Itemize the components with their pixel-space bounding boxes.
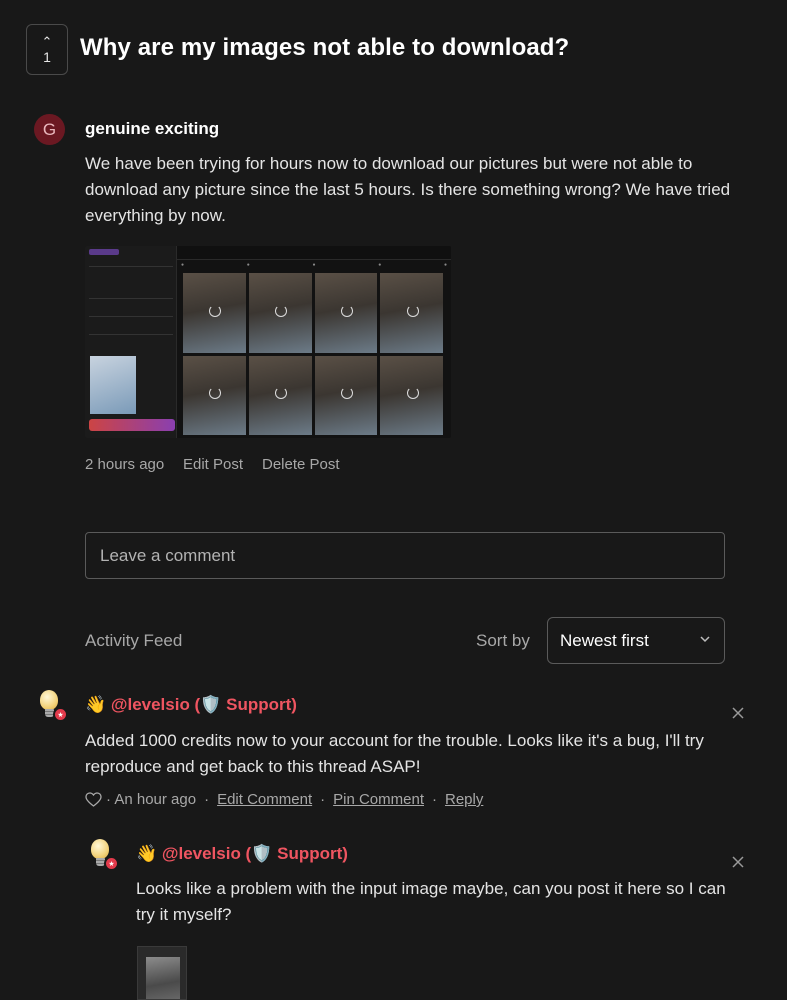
lightbulb-icon xyxy=(91,839,109,859)
star-icon: ★ xyxy=(104,856,119,871)
comment-input[interactable] xyxy=(85,532,725,579)
pin-comment-link[interactable]: Pin Comment xyxy=(333,791,424,808)
comment-meta: · An hour ago · Edit Comment · Pin Comme… xyxy=(85,791,483,808)
activity-feed-label: Activity Feed xyxy=(85,631,183,650)
comment-text: Added 1000 credits now to your account f… xyxy=(85,731,704,776)
screenshot-tabs: ● ● ● ● ● xyxy=(181,262,447,268)
sort-by-label: Sort by xyxy=(476,631,530,650)
delete-post-button[interactable]: Delete Post xyxy=(262,456,340,473)
commenter-avatar: ★ xyxy=(37,690,68,724)
star-icon: ★ xyxy=(53,707,68,722)
reply-link[interactable]: Reply xyxy=(445,791,483,808)
chevron-down-icon xyxy=(700,636,710,643)
comment-author[interactable]: 👋 @levelsio (🛡️ Support) xyxy=(136,844,348,864)
comment-author[interactable]: 👋 @levelsio (🛡️ Support) xyxy=(85,695,297,715)
lightbulb-icon xyxy=(40,690,58,710)
post-body: We have been trying for hours now to dow… xyxy=(85,154,731,225)
edit-comment-link[interactable]: Edit Comment xyxy=(217,791,312,808)
post-title: Why are my images not able to download? xyxy=(80,34,570,61)
close-icon[interactable] xyxy=(731,855,745,869)
commenter-avatar: ★ xyxy=(88,839,119,873)
screenshot-photo-grid xyxy=(183,273,443,435)
vote-count: 1 xyxy=(43,48,51,65)
comment-text: Looks like a problem with the input imag… xyxy=(136,879,726,924)
comment-time: · An hour ago xyxy=(106,791,197,808)
screenshot-sidebar xyxy=(85,246,177,438)
heart-icon[interactable] xyxy=(85,792,102,807)
close-icon[interactable] xyxy=(731,706,745,720)
upvote-button[interactable]: ⌃ 1 xyxy=(26,24,68,75)
edit-post-button[interactable]: Edit Post xyxy=(183,456,243,473)
post-author: genuine exciting xyxy=(85,119,220,138)
sort-select[interactable]: Newest first xyxy=(547,617,725,664)
author-avatar: G xyxy=(34,114,65,145)
post-screenshot-image[interactable]: ● ● ● ● ● xyxy=(85,246,451,438)
post-time: 2 hours ago xyxy=(85,456,165,473)
sort-selected-value: Newest first xyxy=(560,630,649,650)
comment-attachment-image[interactable] xyxy=(137,946,187,1000)
chevron-up-icon: ⌃ xyxy=(41,33,53,49)
